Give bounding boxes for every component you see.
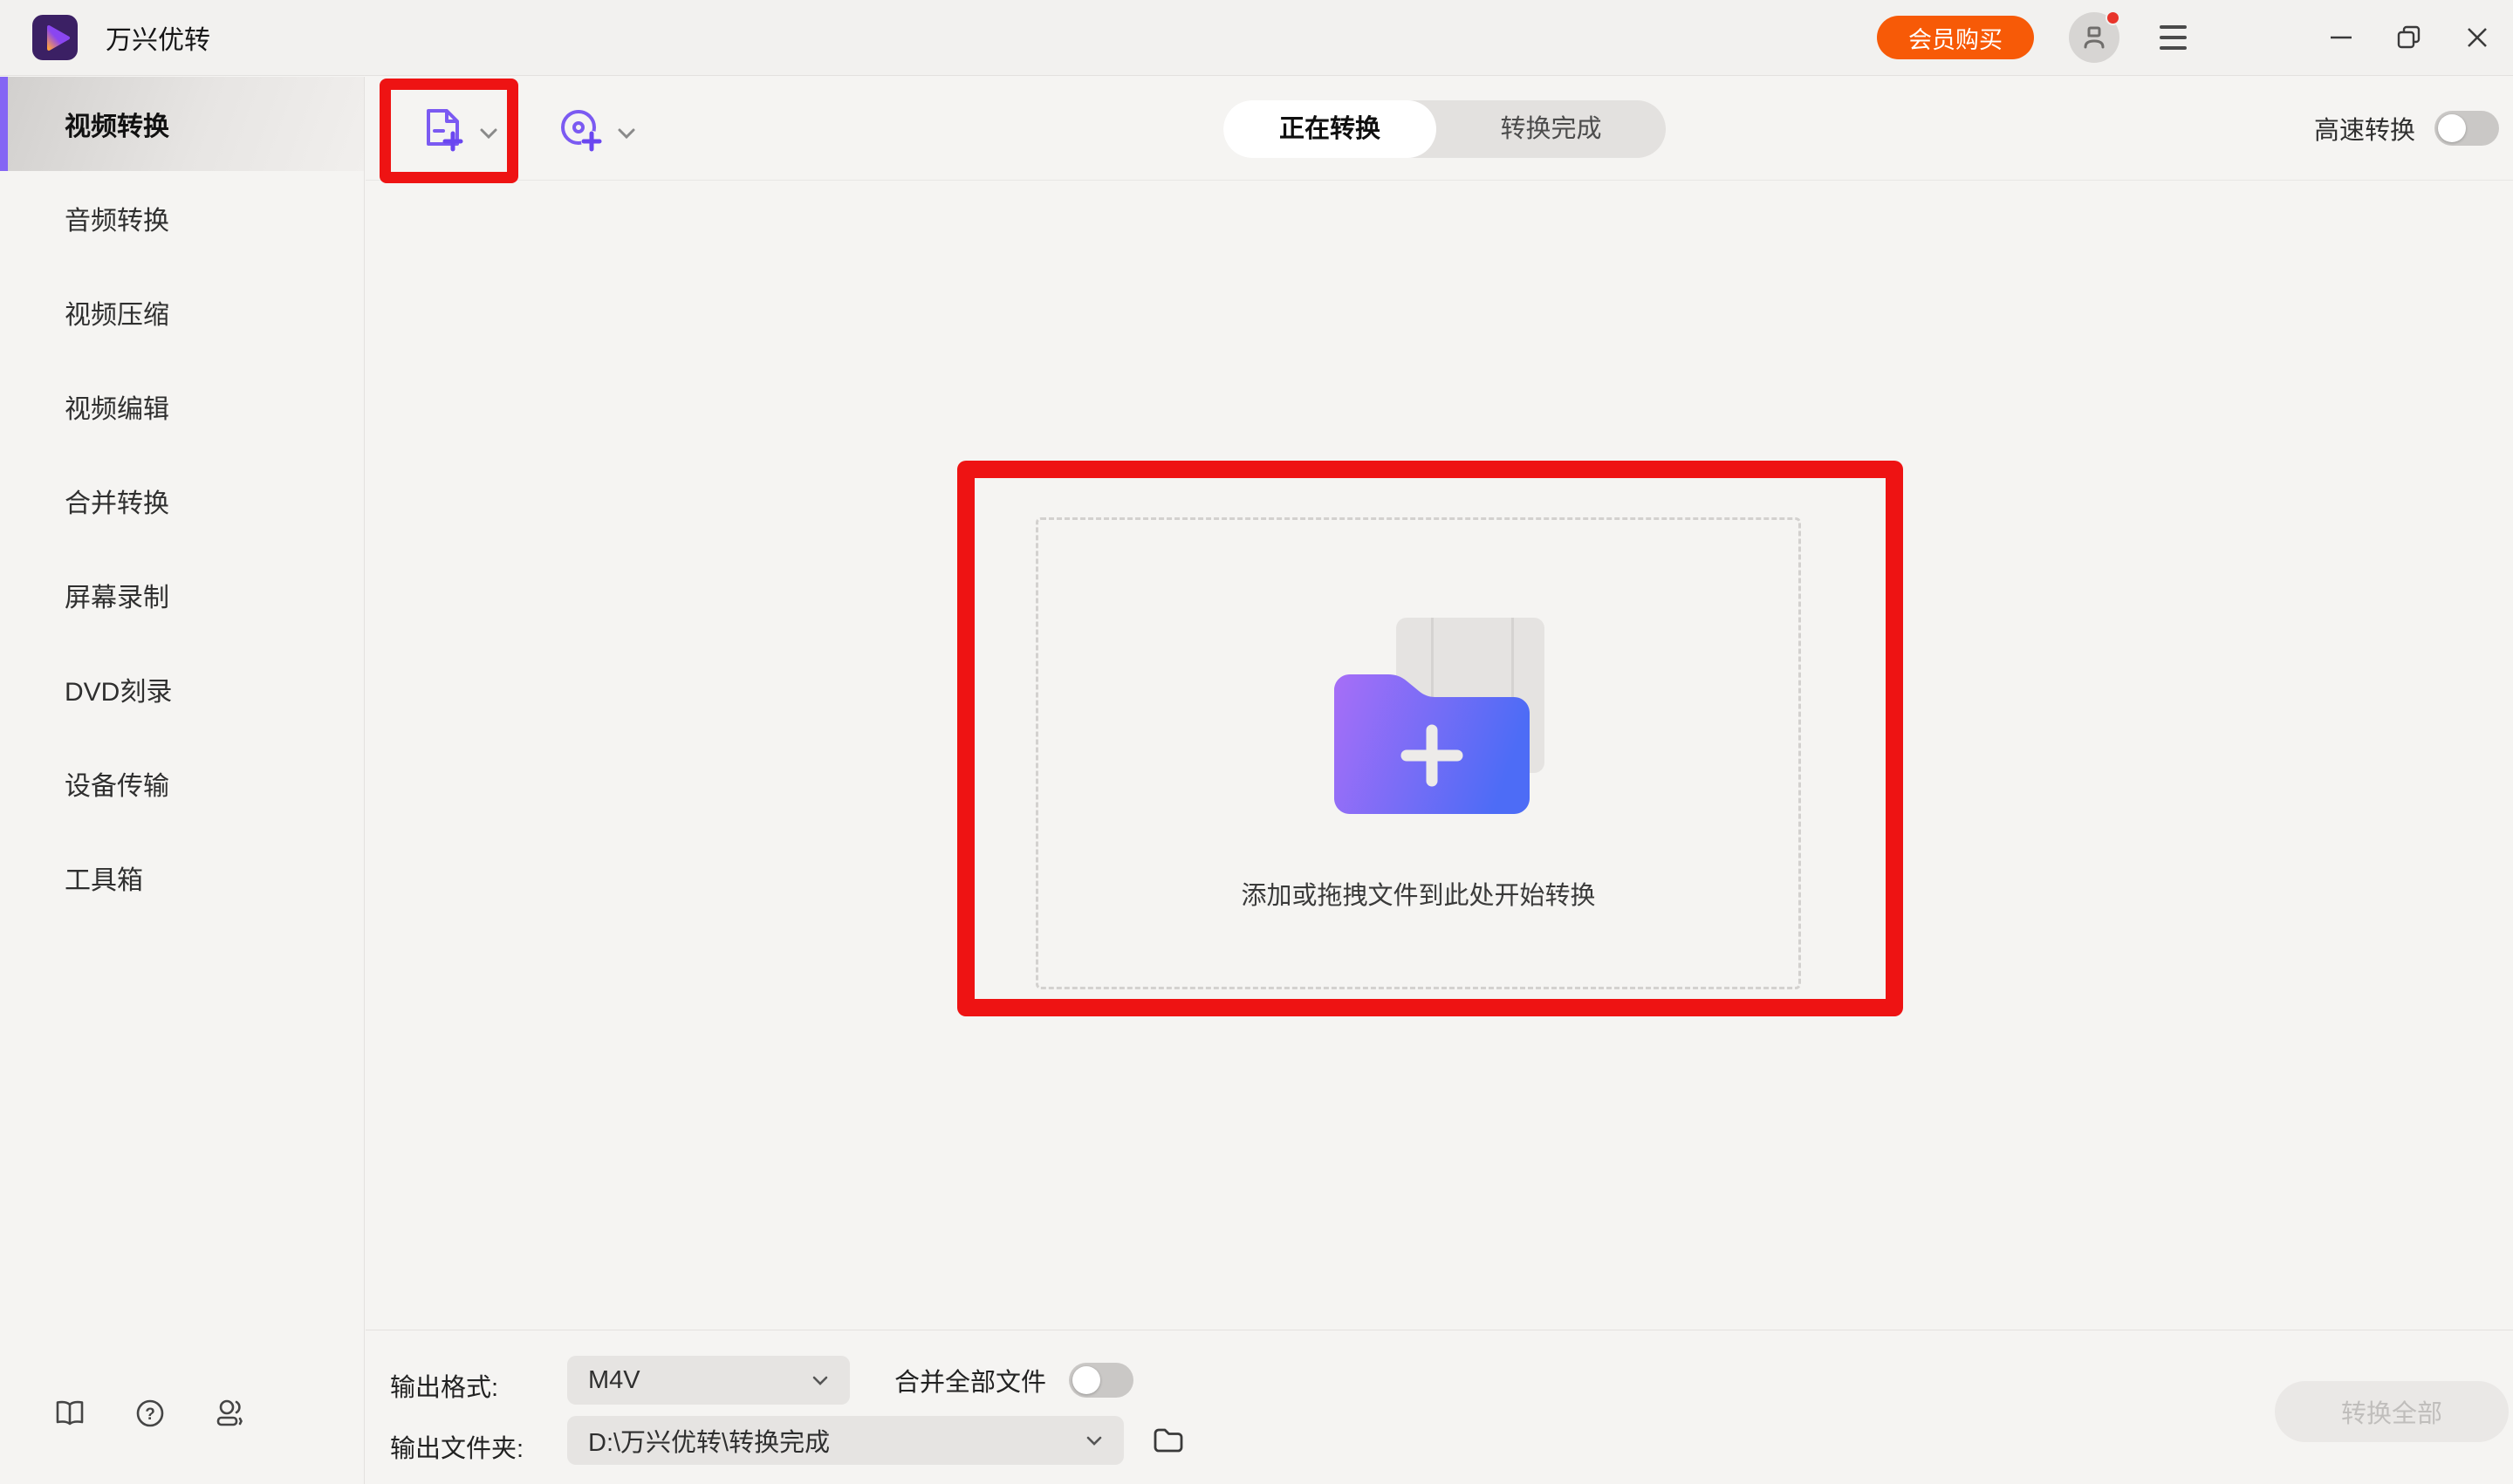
help-button[interactable]: ? bbox=[133, 1396, 168, 1431]
menu-icon bbox=[2160, 25, 2187, 29]
add-file-button[interactable] bbox=[418, 105, 498, 154]
sidebar-item-audio-convert[interactable]: 音频转换 bbox=[0, 171, 364, 265]
fast-convert-group: 高速转换 bbox=[2314, 77, 2499, 180]
sidebar-item-merge-convert[interactable]: 合并转换 bbox=[0, 454, 364, 548]
output-folder-label: 输出文件夹: bbox=[390, 1428, 524, 1465]
book-open-icon bbox=[53, 1397, 86, 1430]
convert-all-button[interactable]: 转换全部 bbox=[2275, 1381, 2509, 1442]
app-window: 万兴优转 会员购买 bbox=[0, 0, 2513, 1484]
add-disc-button[interactable] bbox=[556, 105, 636, 154]
merge-all-label: 合并全部文件 bbox=[894, 1362, 1046, 1399]
sidebar: 视频转换 音频转换 视频压缩 视频编辑 合并转换 屏幕录制 DVD刻录 设备传输… bbox=[0, 77, 365, 1484]
sidebar-item-toolbox[interactable]: 工具箱 bbox=[0, 831, 364, 925]
sidebar-item-video-edit[interactable]: 视频编辑 bbox=[0, 359, 364, 454]
title-bar: 万兴优转 会员购买 bbox=[0, 0, 2513, 76]
fast-convert-label: 高速转换 bbox=[2314, 110, 2415, 147]
add-file-icon bbox=[418, 105, 467, 154]
account-avatar[interactable] bbox=[2069, 12, 2119, 63]
output-folder-path: D:\万兴优转\转换完成 bbox=[588, 1422, 830, 1459]
chevron-down-icon bbox=[617, 127, 636, 140]
content-area: 添加或拖拽文件到此处开始转换 bbox=[366, 181, 2513, 1330]
folder-icon bbox=[1151, 1423, 1186, 1458]
toggle-knob bbox=[2438, 114, 2466, 142]
output-format-select[interactable]: M4V bbox=[567, 1356, 850, 1405]
user-guide-button[interactable] bbox=[52, 1396, 87, 1431]
convert-status-tabs: 正在转换 转换完成 bbox=[1223, 100, 1666, 158]
convert-toolbar: 正在转换 转换完成 高速转换 bbox=[366, 77, 2513, 181]
community-button[interactable] bbox=[213, 1396, 248, 1431]
output-format-label: 输出格式: bbox=[390, 1367, 498, 1404]
app-title: 万兴优转 bbox=[106, 18, 210, 57]
sidebar-bottom-tools: ? bbox=[52, 1396, 248, 1431]
main-area: 正在转换 转换完成 高速转换 bbox=[366, 77, 2513, 1484]
tab-finished[interactable]: 转换完成 bbox=[1436, 100, 1666, 158]
fast-convert-toggle[interactable] bbox=[2434, 111, 2499, 146]
toggle-knob bbox=[1072, 1366, 1100, 1394]
notification-dot bbox=[2106, 10, 2120, 25]
community-icon bbox=[214, 1397, 247, 1430]
minimize-icon bbox=[2328, 24, 2354, 51]
menu-button[interactable] bbox=[2154, 20, 2192, 55]
sidebar-item-video-convert[interactable]: 视频转换 bbox=[0, 77, 364, 171]
open-folder-button[interactable] bbox=[1149, 1421, 1188, 1460]
svg-text:?: ? bbox=[145, 1405, 155, 1424]
titlebar-right-group: 会员购买 bbox=[1877, 12, 2513, 63]
close-button[interactable] bbox=[2457, 17, 2497, 58]
restore-icon bbox=[2396, 24, 2422, 51]
chevron-down-icon bbox=[479, 127, 498, 140]
close-icon bbox=[2464, 24, 2490, 51]
user-icon bbox=[2079, 23, 2109, 52]
buy-membership-button[interactable]: 会员购买 bbox=[1877, 16, 2034, 59]
file-dropzone[interactable] bbox=[1036, 517, 1801, 989]
help-circle-icon: ? bbox=[134, 1397, 167, 1430]
chevron-down-icon bbox=[811, 1375, 829, 1386]
minimize-button[interactable] bbox=[2321, 17, 2361, 58]
sidebar-item-device-transfer[interactable]: 设备传输 bbox=[0, 736, 364, 831]
sidebar-item-video-compress[interactable]: 视频压缩 bbox=[0, 265, 364, 359]
tab-converting[interactable]: 正在转换 bbox=[1223, 100, 1436, 158]
output-format-value: M4V bbox=[588, 1366, 640, 1395]
maximize-button[interactable] bbox=[2389, 17, 2429, 58]
output-settings-bar: 输出格式: M4V 合并全部文件 输出文件夹: D:\万兴优转\转换完成 bbox=[366, 1330, 2513, 1484]
merge-all-toggle[interactable] bbox=[1069, 1363, 1133, 1398]
app-logo-icon bbox=[32, 15, 78, 60]
sidebar-item-dvd-burn[interactable]: DVD刻录 bbox=[0, 642, 364, 736]
output-folder-select[interactable]: D:\万兴优转\转换完成 bbox=[567, 1416, 1124, 1465]
merge-all-group: 合并全部文件 bbox=[894, 1362, 1133, 1399]
sidebar-item-screen-record[interactable]: 屏幕录制 bbox=[0, 548, 364, 642]
add-disc-icon bbox=[556, 105, 605, 154]
chevron-down-icon bbox=[1085, 1435, 1103, 1446]
